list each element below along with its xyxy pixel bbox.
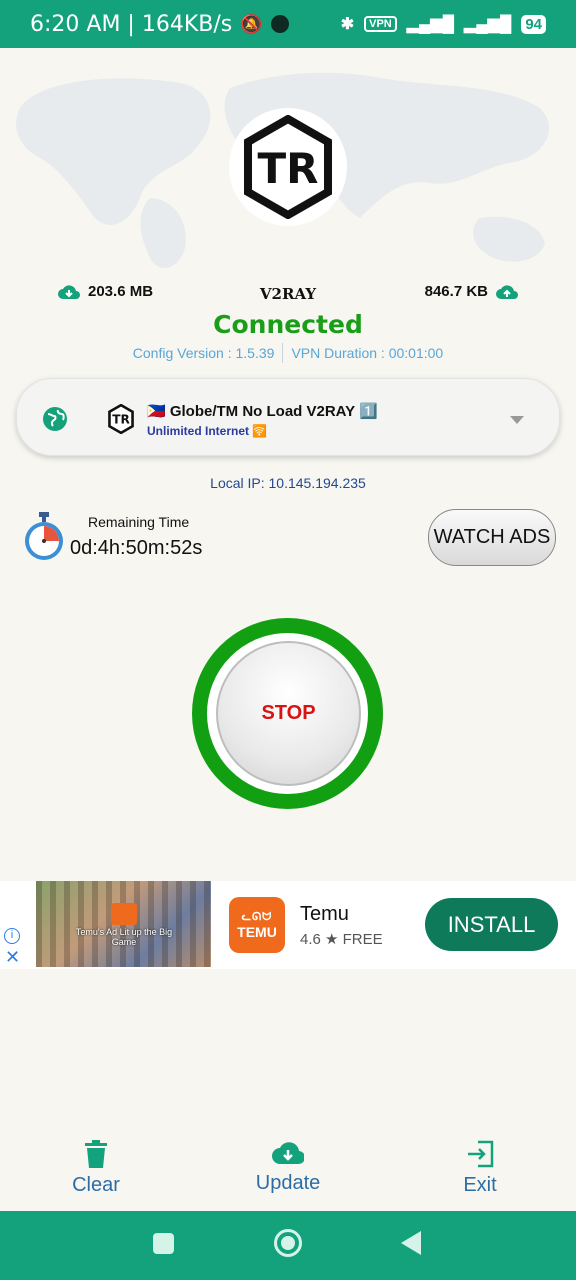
home-icon[interactable] bbox=[274, 1229, 302, 1257]
exit-button[interactable]: Exit bbox=[430, 1140, 530, 1197]
ad-caption: Temu's Ad Lit up the Big Game bbox=[75, 927, 173, 947]
record-dot-icon bbox=[270, 15, 289, 33]
status-time: 6:20 AM | 164KB/s bbox=[30, 11, 233, 37]
local-ip: Local IP: 10.145.194.235 bbox=[210, 475, 366, 491]
app-logo: TR bbox=[229, 108, 347, 226]
vpn-key-icon: VPN bbox=[364, 16, 397, 32]
ad-image[interactable]: Temu's Ad Lit up the Big Game bbox=[36, 881, 211, 967]
server-logo-icon: TR bbox=[108, 404, 134, 434]
clear-label: Clear bbox=[72, 1174, 120, 1196]
battery-icon: 94 bbox=[521, 14, 546, 34]
ad-app-name[interactable]: Temu bbox=[300, 903, 349, 926]
connection-status: Connected bbox=[213, 310, 363, 339]
globe-icon bbox=[43, 407, 67, 431]
stop-button[interactable]: STOP bbox=[216, 641, 361, 786]
install-button[interactable]: INSTALL bbox=[425, 898, 558, 951]
config-version: Config Version : 1.5.39 bbox=[132, 345, 275, 361]
mute-bell-icon: 🔕 bbox=[240, 13, 263, 34]
status-icons: ✱ VPN ▂▄▆█ ▂▄▆█ 94 bbox=[341, 14, 546, 34]
temu-logo-glyphs: ᓚᘏᗢ bbox=[241, 911, 273, 923]
ad-app-rating: 4.6 ★ FREE bbox=[300, 931, 383, 948]
ad-mini-logo bbox=[111, 903, 137, 925]
update-button[interactable]: Update bbox=[238, 1140, 338, 1195]
meta-divider bbox=[282, 343, 284, 363]
cloud-download-icon bbox=[272, 1142, 304, 1165]
upload-stat: 846.7 KB bbox=[425, 283, 518, 300]
signal-4g-icon: ▂▄▆█ bbox=[464, 16, 512, 33]
stopwatch-icon bbox=[25, 512, 63, 560]
svg-text:TR: TR bbox=[258, 144, 319, 193]
system-nav-bar bbox=[0, 1211, 576, 1280]
close-icon[interactable]: ✕ bbox=[5, 947, 20, 968]
signal-icon: ▂▄▆█ bbox=[406, 16, 455, 33]
traffic-stats: 203.6 MB V2RAY 846.7 KB bbox=[0, 283, 576, 309]
back-icon[interactable] bbox=[401, 1231, 421, 1255]
watch-ads-button[interactable]: WATCH ADS bbox=[428, 509, 556, 566]
update-label: Update bbox=[255, 1172, 321, 1194]
exit-label: Exit bbox=[463, 1174, 497, 1196]
connection-meta: Config Version : 1.5.39 VPN Duration : 0… bbox=[0, 343, 576, 363]
clear-button[interactable]: Clear bbox=[46, 1140, 146, 1197]
chevron-down-icon[interactable] bbox=[510, 416, 524, 424]
trash-icon bbox=[85, 1140, 107, 1168]
server-subtitle: Unlimited Internet 🛜 bbox=[147, 424, 268, 438]
upload-value: 846.7 KB bbox=[424, 283, 488, 300]
ad-banner[interactable]: i ✕ Temu's Ad Lit up the Big Game ᓚᘏᗢ TE… bbox=[0, 881, 576, 969]
recents-icon[interactable] bbox=[153, 1233, 174, 1254]
ad-info-icon[interactable]: i bbox=[4, 928, 20, 944]
server-name: 🇵🇭 Globe/TM No Load V2RAY 1️⃣ bbox=[147, 403, 378, 420]
server-selector[interactable]: TR 🇵🇭 Globe/TM No Load V2RAY 1️⃣ Unlimit… bbox=[16, 378, 560, 456]
svg-text:TR: TR bbox=[112, 413, 130, 427]
exit-icon bbox=[468, 1140, 494, 1168]
vpn-duration: VPN Duration : 00:01:00 bbox=[291, 345, 444, 361]
remaining-time-label: Remaining Time bbox=[88, 514, 190, 530]
cloud-upload-icon bbox=[496, 284, 518, 299]
bluetooth-icon: ✱ bbox=[340, 16, 355, 33]
temu-app-icon[interactable]: ᓚᘏᗢ TEMU bbox=[229, 897, 285, 953]
remaining-time-value: 0d:4h:50m:52s bbox=[70, 537, 203, 559]
status-bar: 6:20 AM | 164KB/s 🔕 ✱ VPN ▂▄▆█ ▂▄▆█ 94 bbox=[0, 0, 576, 48]
temu-logo-text: TEMU bbox=[237, 924, 277, 940]
